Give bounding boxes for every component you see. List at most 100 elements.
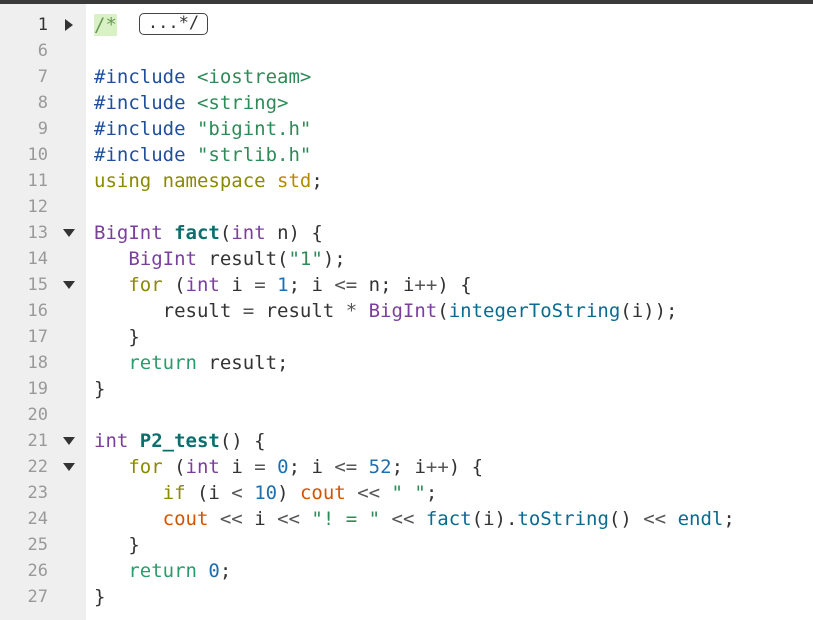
code-line[interactable]: 8 #include <string> xyxy=(0,90,813,116)
code-text[interactable]: } xyxy=(94,324,139,350)
code-token: "! = " xyxy=(311,508,381,530)
fold-collapse-icon[interactable] xyxy=(62,220,76,246)
code-token: 10 xyxy=(254,482,278,504)
code-line[interactable]: 12 xyxy=(0,194,813,220)
code-text[interactable]: int P2_test() { xyxy=(94,428,266,454)
code-token: ; xyxy=(311,170,323,192)
code-token: /* xyxy=(94,14,117,36)
code-editor[interactable]: 1 /* ...*/ 6 7 #include <iostream> 8 #include <… xyxy=(0,12,813,610)
code-token: ; xyxy=(723,508,735,530)
fold-collapse-icon[interactable] xyxy=(62,272,76,298)
code-text[interactable]: cout << i << "! = " << fact(i).toString(… xyxy=(94,506,735,532)
code-text[interactable]: BigInt fact(int n) { xyxy=(94,220,323,246)
line-number: 14 xyxy=(27,249,48,269)
code-line[interactable]: 21 int P2_test() { xyxy=(0,428,813,454)
code-text[interactable]: for (int i = 0; i <= 52; i++) { xyxy=(94,454,483,480)
code-token: "1" xyxy=(288,248,323,270)
code-line[interactable]: 25 } xyxy=(0,532,813,558)
code-text[interactable]: } xyxy=(94,376,105,402)
code-token: 0 xyxy=(277,456,289,478)
code-token: () { xyxy=(219,430,266,452)
code-text[interactable]: /* ...*/ xyxy=(94,12,209,38)
code-token: <string> xyxy=(196,92,289,114)
line-number: 26 xyxy=(27,561,48,581)
code-line[interactable]: 11 using namespace std; xyxy=(0,168,813,194)
code-token: #include xyxy=(94,118,197,140)
code-text[interactable]: return result; xyxy=(94,350,288,376)
line-number: 1 xyxy=(37,15,48,35)
code-text[interactable]: #include <string> xyxy=(94,90,288,116)
code-token: = xyxy=(254,274,266,296)
code-line[interactable]: 13 BigInt fact(int n) { xyxy=(0,220,813,246)
code-text[interactable]: BigInt result("1"); xyxy=(94,246,345,272)
code-line[interactable]: 6 xyxy=(0,38,813,64)
code-text[interactable]: } xyxy=(94,532,139,558)
code-line[interactable]: 23 if (i < 10) cout << " "; xyxy=(0,480,813,506)
code-text[interactable]: } xyxy=(94,584,105,610)
code-token: <= xyxy=(334,274,358,296)
code-text[interactable]: #include "bigint.h" xyxy=(94,116,311,142)
code-line[interactable]: 26 return 0; xyxy=(0,558,813,584)
code-line[interactable]: 24 cout << i << "! = " << fact(i).toStri… xyxy=(0,506,813,532)
code-text[interactable]: for (int i = 1; i <= n; i++) { xyxy=(94,272,471,298)
line-number: 18 xyxy=(27,353,48,373)
code-token: int xyxy=(185,274,220,296)
code-token: cout xyxy=(299,482,346,504)
code-token: << xyxy=(643,508,667,530)
code-token: cout xyxy=(162,508,209,530)
code-line[interactable]: 10 #include "strlib.h" xyxy=(0,142,813,168)
fold-expand-icon[interactable] xyxy=(62,12,76,38)
code-line[interactable]: 20 xyxy=(0,402,813,428)
code-line[interactable]: 17 } xyxy=(0,324,813,350)
fold-collapse-icon[interactable] xyxy=(62,428,76,454)
code-line[interactable]: 14 BigInt result("1"); xyxy=(0,246,813,272)
code-line[interactable]: 22 for (int i = 0; i <= 52; i++) { xyxy=(0,454,813,480)
code-line[interactable]: 7 #include <iostream> xyxy=(0,64,813,90)
line-number: 13 xyxy=(27,223,48,243)
line-number: 11 xyxy=(27,171,48,191)
code-token: #include xyxy=(94,144,197,166)
code-text[interactable]: #include "strlib.h" xyxy=(94,142,311,168)
line-number: 24 xyxy=(27,509,48,529)
code-token: i xyxy=(242,508,278,530)
code-text[interactable]: using namespace std; xyxy=(94,168,323,194)
code-token: n; i xyxy=(357,274,415,296)
code-token: ; i xyxy=(288,456,335,478)
code-token: int xyxy=(231,222,266,244)
code-text[interactable]: #include <iostream> xyxy=(94,64,311,90)
line-number: 7 xyxy=(37,67,48,87)
code-token: << xyxy=(219,508,243,530)
code-token: } xyxy=(94,378,106,400)
code-token: "bigint.h" xyxy=(196,118,312,140)
code-token: () xyxy=(608,508,644,530)
code-token: } xyxy=(94,586,106,608)
code-text[interactable]: return 0; xyxy=(94,558,231,584)
code-token: ; i xyxy=(288,274,335,296)
code-line[interactable]: 19} xyxy=(0,376,813,402)
code-line[interactable]: 1 /* ...*/ xyxy=(0,12,813,38)
code-token: ++ xyxy=(425,456,449,478)
code-token: result; xyxy=(196,352,289,374)
code-text[interactable]: if (i < 10) cout << " "; xyxy=(94,480,438,506)
code-text[interactable]: result = result * BigInt(integerToString… xyxy=(94,298,678,324)
fold-collapse-icon[interactable] xyxy=(62,454,76,480)
window-top-border xyxy=(0,0,813,4)
code-line[interactable]: 27} xyxy=(0,584,813,610)
code-token: integerToString xyxy=(448,300,621,322)
code-line[interactable]: 9 #include "bigint.h" xyxy=(0,116,813,142)
code-line[interactable]: 16 result = result * BigInt(integerToStr… xyxy=(0,298,813,324)
code-line[interactable]: 18 return result; xyxy=(0,350,813,376)
folded-comment-placeholder[interactable]: ...*/ xyxy=(138,12,209,35)
code-token: = xyxy=(242,300,255,322)
code-token: int xyxy=(185,456,220,478)
code-line[interactable]: 15 for (int i = 1; i <= n; i++) { xyxy=(0,272,813,298)
